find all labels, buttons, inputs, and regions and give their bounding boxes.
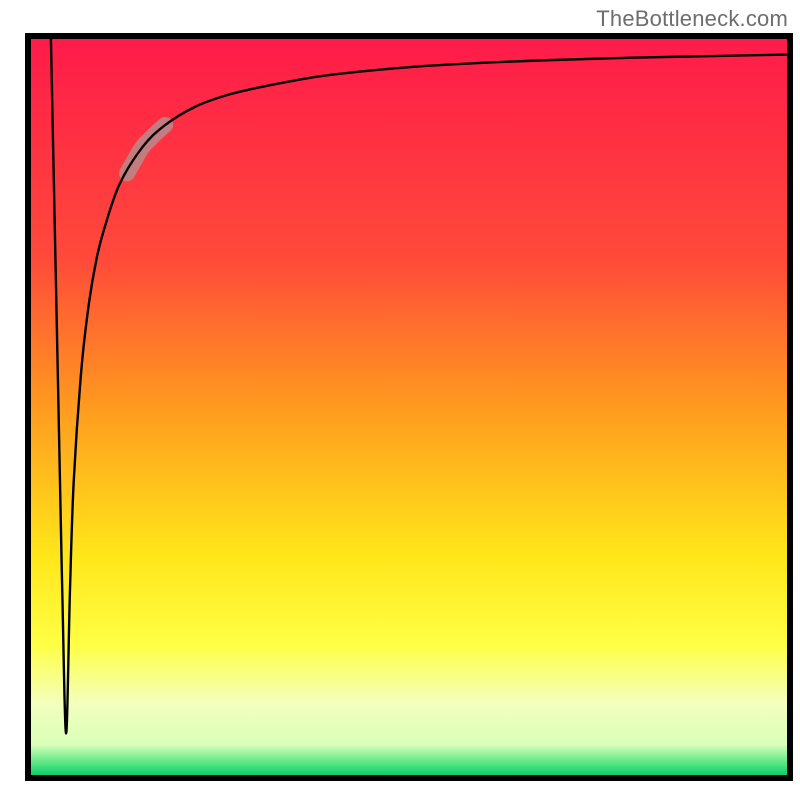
chart-container: TheBottleneck.com	[0, 0, 800, 800]
bottleneck-chart	[0, 0, 800, 800]
